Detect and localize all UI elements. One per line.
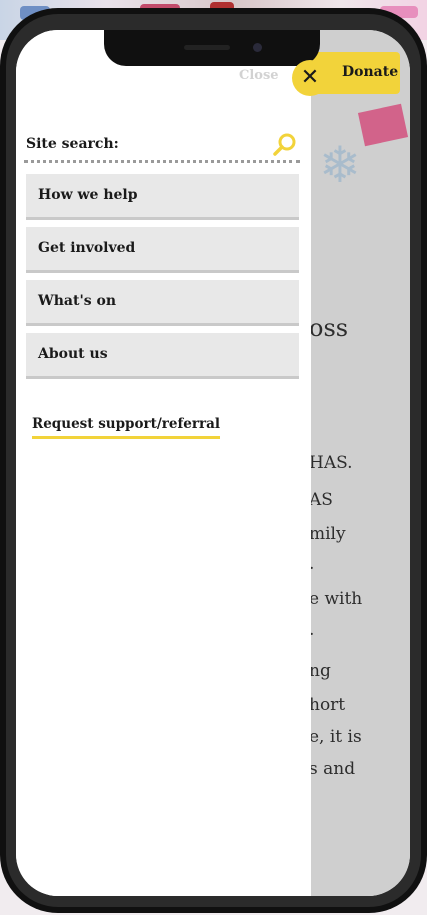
page-text-line: HAS. [309,453,353,473]
donate-label: Donate [342,64,399,80]
snowflake-icon: ❄ [319,136,361,194]
nav-item-get-involved[interactable]: Get involved [26,227,299,273]
page-text-line: hort [309,695,346,715]
site-search-label: Site search: [26,136,119,152]
front-camera [253,43,262,52]
page-text-line: mily [309,524,346,544]
close-x-icon: ✕ [300,65,320,90]
nav-item-label: Get involved [38,240,136,256]
search-divider [24,160,300,163]
page-text-line: e, it is [309,727,362,747]
request-support-referral-link[interactable]: Request support/referral [32,416,220,439]
nav-item-label: How we help [38,187,138,203]
nav-item-about-us[interactable]: About us [26,333,299,379]
nav-item-label: About us [38,346,108,362]
page-text-line: ng [309,661,331,681]
close-button[interactable]: ✕ [292,60,328,96]
page-heading-fragment: oss [309,314,349,342]
page-text-line: AS [309,490,333,510]
decorative-shape [357,103,409,147]
search-icon[interactable] [272,132,298,158]
site-search[interactable]: Site search: [24,132,302,166]
underlying-page: ❄ oss HAS. AS mily . e with . ng hort e,… [309,30,410,896]
speaker-grille [184,45,230,50]
nav-item-how-we-help[interactable]: How we help [26,174,299,220]
page-text-line: s and [309,759,356,779]
nav-item-label: What's on [38,293,116,309]
phone-notch [104,30,320,66]
page-text-line: e with [309,589,363,609]
close-label[interactable]: Close [239,68,279,83]
nav-item-whats-on[interactable]: What's on [26,280,299,326]
